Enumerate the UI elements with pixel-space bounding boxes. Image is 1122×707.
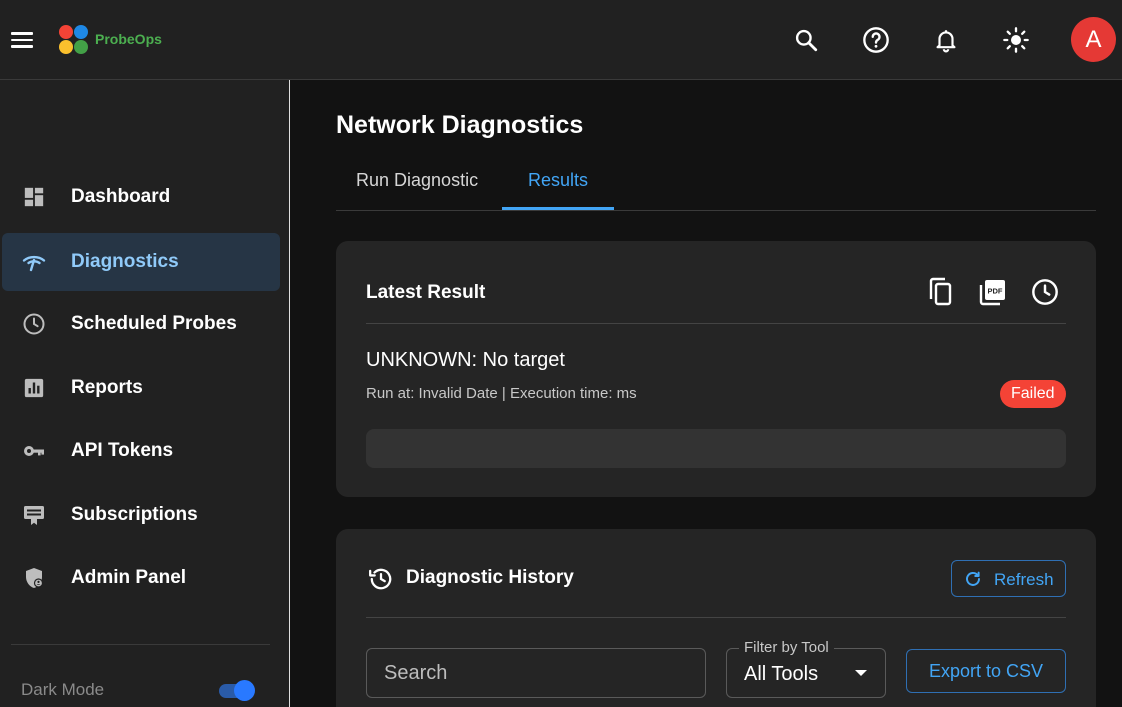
sidebar-item-label: Scheduled Probes [71,313,237,334]
filter-value: All Tools [744,663,819,685]
refresh-label: Refresh [994,570,1054,589]
tabs-divider [336,210,1096,211]
tool-filter-select[interactable]: Filter by Tool All Tools [726,639,886,698]
refresh-icon [964,570,982,593]
toggle-thumb [234,680,255,701]
sidebar-item-dashboard[interactable]: Dashboard [2,168,280,226]
latest-result-title: Latest Result [366,282,486,303]
diagnostic-history-card: Diagnostic History Refresh Filter by Too… [336,529,1096,707]
probeops-logo [59,25,89,55]
search-icon[interactable] [788,22,824,58]
history-clock-icon[interactable] [1029,276,1061,308]
admin-shield-icon [22,566,46,590]
key-icon [22,439,46,463]
copy-icon[interactable] [924,276,956,308]
sidebar-item-label: Diagnostics [71,251,179,272]
top-app-bar: ProbeOps A [0,0,1122,80]
sidebar-item-reports[interactable]: Reports [2,359,280,417]
brightness-icon[interactable] [998,22,1034,58]
svg-text:PDF: PDF [988,287,1003,296]
help-icon[interactable] [858,22,894,58]
subscription-card-icon [22,503,46,527]
tab-run-diagnostic[interactable]: Run Diagnostic [356,170,478,191]
sidebar-divider [11,644,270,645]
diagnostic-history-title: Diagnostic History [406,567,574,588]
bar-chart-icon [22,376,46,400]
avatar[interactable]: A [1071,17,1116,62]
filter-label: Filter by Tool [739,639,834,656]
latest-result-card: Latest Result PDF UNKNOWN: No target Run… [336,241,1096,497]
dark-mode-toggle[interactable] [219,679,255,701]
sidebar-item-label: Reports [71,377,143,398]
dark-mode-label: Dark Mode [21,680,105,699]
sidebar-item-label: API Tokens [71,440,174,461]
sidebar: Dashboard Diagnostics Scheduled Probes R… [0,80,290,707]
export-csv-button[interactable]: Export to CSV [906,649,1066,693]
sidebar-item-diagnostics[interactable]: Diagnostics [2,233,280,291]
card-divider [366,323,1066,324]
sidebar-item-api-tokens[interactable]: API Tokens [2,422,280,480]
status-badge: Failed [1000,380,1066,408]
sidebar-item-label: Subscriptions [71,504,198,525]
dashboard-icon [22,185,46,209]
wifi-diagnostics-icon [22,250,46,274]
search-input[interactable] [366,648,706,698]
result-title: UNKNOWN: No target [366,349,565,371]
bell-icon[interactable] [928,22,964,58]
result-meta: Run at: Invalid Date | Execution time: m… [366,385,637,402]
page-title: Network Diagnostics [336,111,584,139]
sidebar-item-subscriptions[interactable]: Subscriptions [2,486,280,544]
refresh-button[interactable]: Refresh [951,560,1066,597]
sidebar-item-label: Admin Panel [71,567,187,588]
card-divider [366,617,1066,618]
tab-results[interactable]: Results [528,170,588,191]
sidebar-item-scheduled-probes[interactable]: Scheduled Probes [2,295,280,353]
menu-icon[interactable] [8,26,36,54]
result-output [366,429,1066,468]
clock-icon [22,312,46,336]
pdf-icon[interactable]: PDF [976,276,1008,308]
brand-name: ProbeOps [95,31,162,47]
history-icon [368,566,394,592]
sidebar-item-label: Dashboard [71,186,171,207]
chevron-down-icon [855,670,867,676]
sidebar-item-admin-panel[interactable]: Admin Panel [2,549,280,607]
